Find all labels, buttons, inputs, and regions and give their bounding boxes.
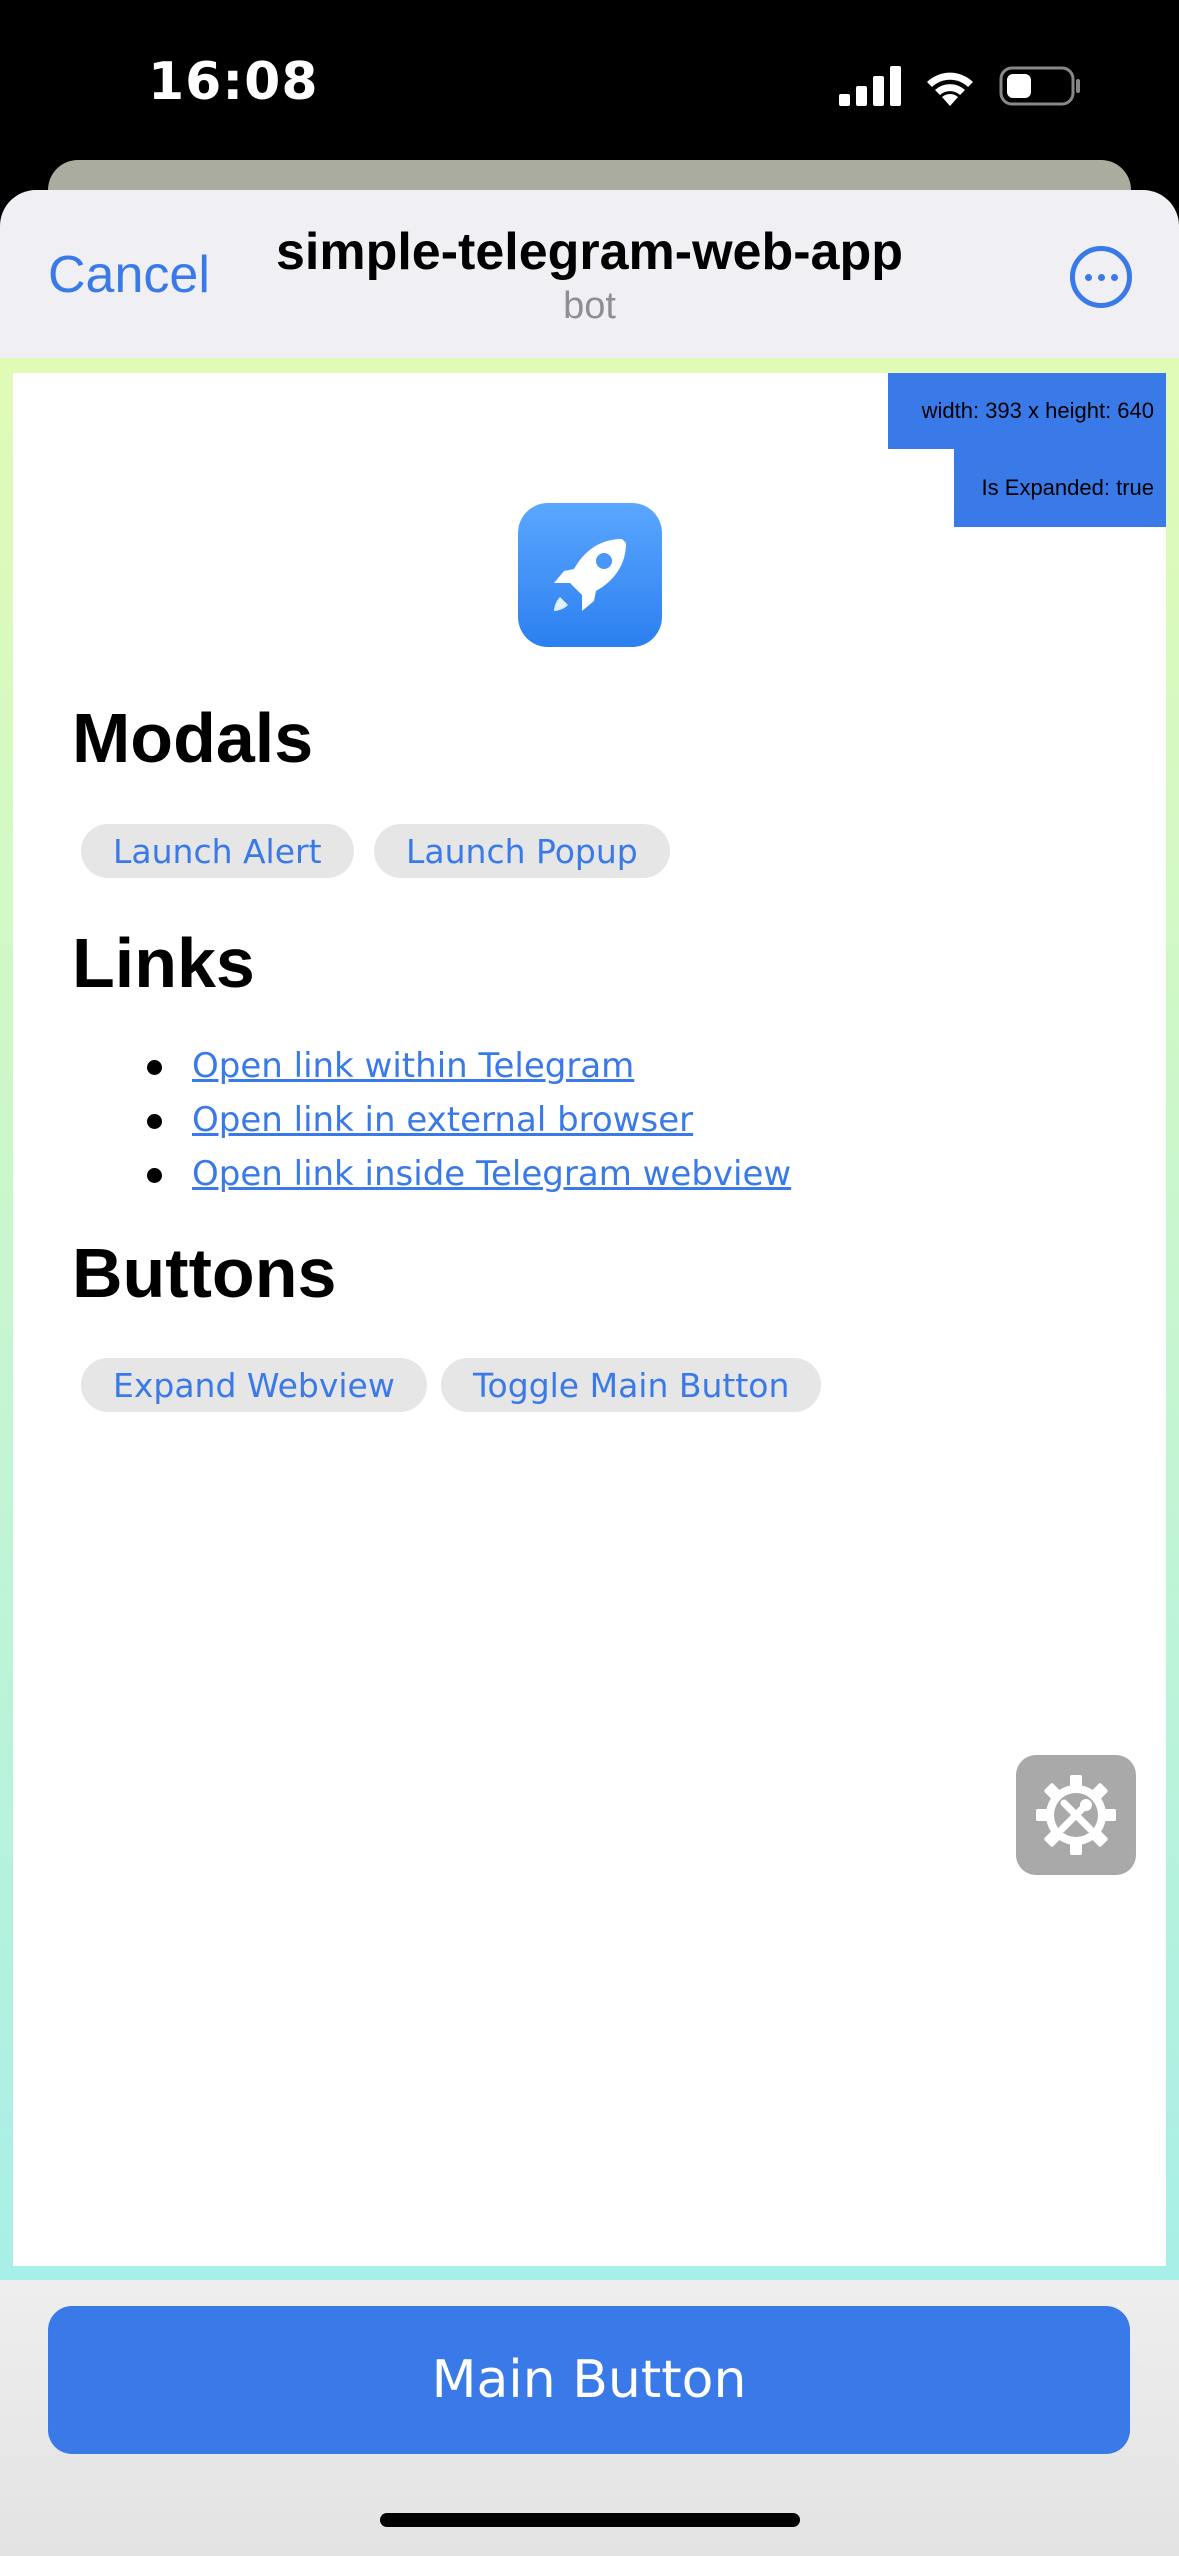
link-open-within-telegram[interactable]: Open link within Telegram xyxy=(192,1046,634,1086)
status-icons xyxy=(839,62,1081,110)
launch-alert-button[interactable]: Launch Alert xyxy=(81,824,354,878)
list-item: Open link inside Telegram webview xyxy=(13,1146,791,1200)
rocket-icon xyxy=(518,503,662,647)
toggle-main-button-button[interactable]: Toggle Main Button xyxy=(441,1358,822,1412)
viewport-size-badge: width: 393 x height: 640 xyxy=(888,373,1166,449)
expanded-status-badge: Is Expanded: true xyxy=(954,449,1166,527)
link-open-telegram-webview[interactable]: Open link inside Telegram webview xyxy=(192,1154,791,1194)
link-open-external-browser[interactable]: Open link in external browser xyxy=(192,1100,693,1140)
expand-webview-button[interactable]: Expand Webview xyxy=(81,1358,427,1412)
page-subtitle: bot xyxy=(563,285,616,327)
wifi-icon xyxy=(927,72,973,106)
list-item: Open link within Telegram xyxy=(13,1038,791,1092)
main-button[interactable]: Main Button xyxy=(48,2306,1130,2454)
modals-heading: Modals xyxy=(72,699,314,777)
status-time: 16:08 xyxy=(148,52,319,112)
links-heading: Links xyxy=(72,924,255,1002)
status-bar: 16:08 xyxy=(0,0,1179,160)
launch-popup-button[interactable]: Launch Popup xyxy=(374,824,670,878)
battery-icon xyxy=(999,66,1080,106)
home-indicator xyxy=(380,2513,800,2527)
list-item: Open link in external browser xyxy=(13,1092,791,1146)
links-list: Open link within Telegram Open link in e… xyxy=(13,1038,791,1200)
webview-content: width: 393 x height: 640 Is Expanded: tr… xyxy=(13,373,1166,2266)
more-icon[interactable] xyxy=(1070,246,1132,308)
signal-icon xyxy=(839,66,901,106)
settings-tools-icon[interactable] xyxy=(1016,1755,1136,1875)
page-title: simple-telegram-web-app xyxy=(275,223,904,281)
buttons-heading: Buttons xyxy=(72,1234,337,1312)
